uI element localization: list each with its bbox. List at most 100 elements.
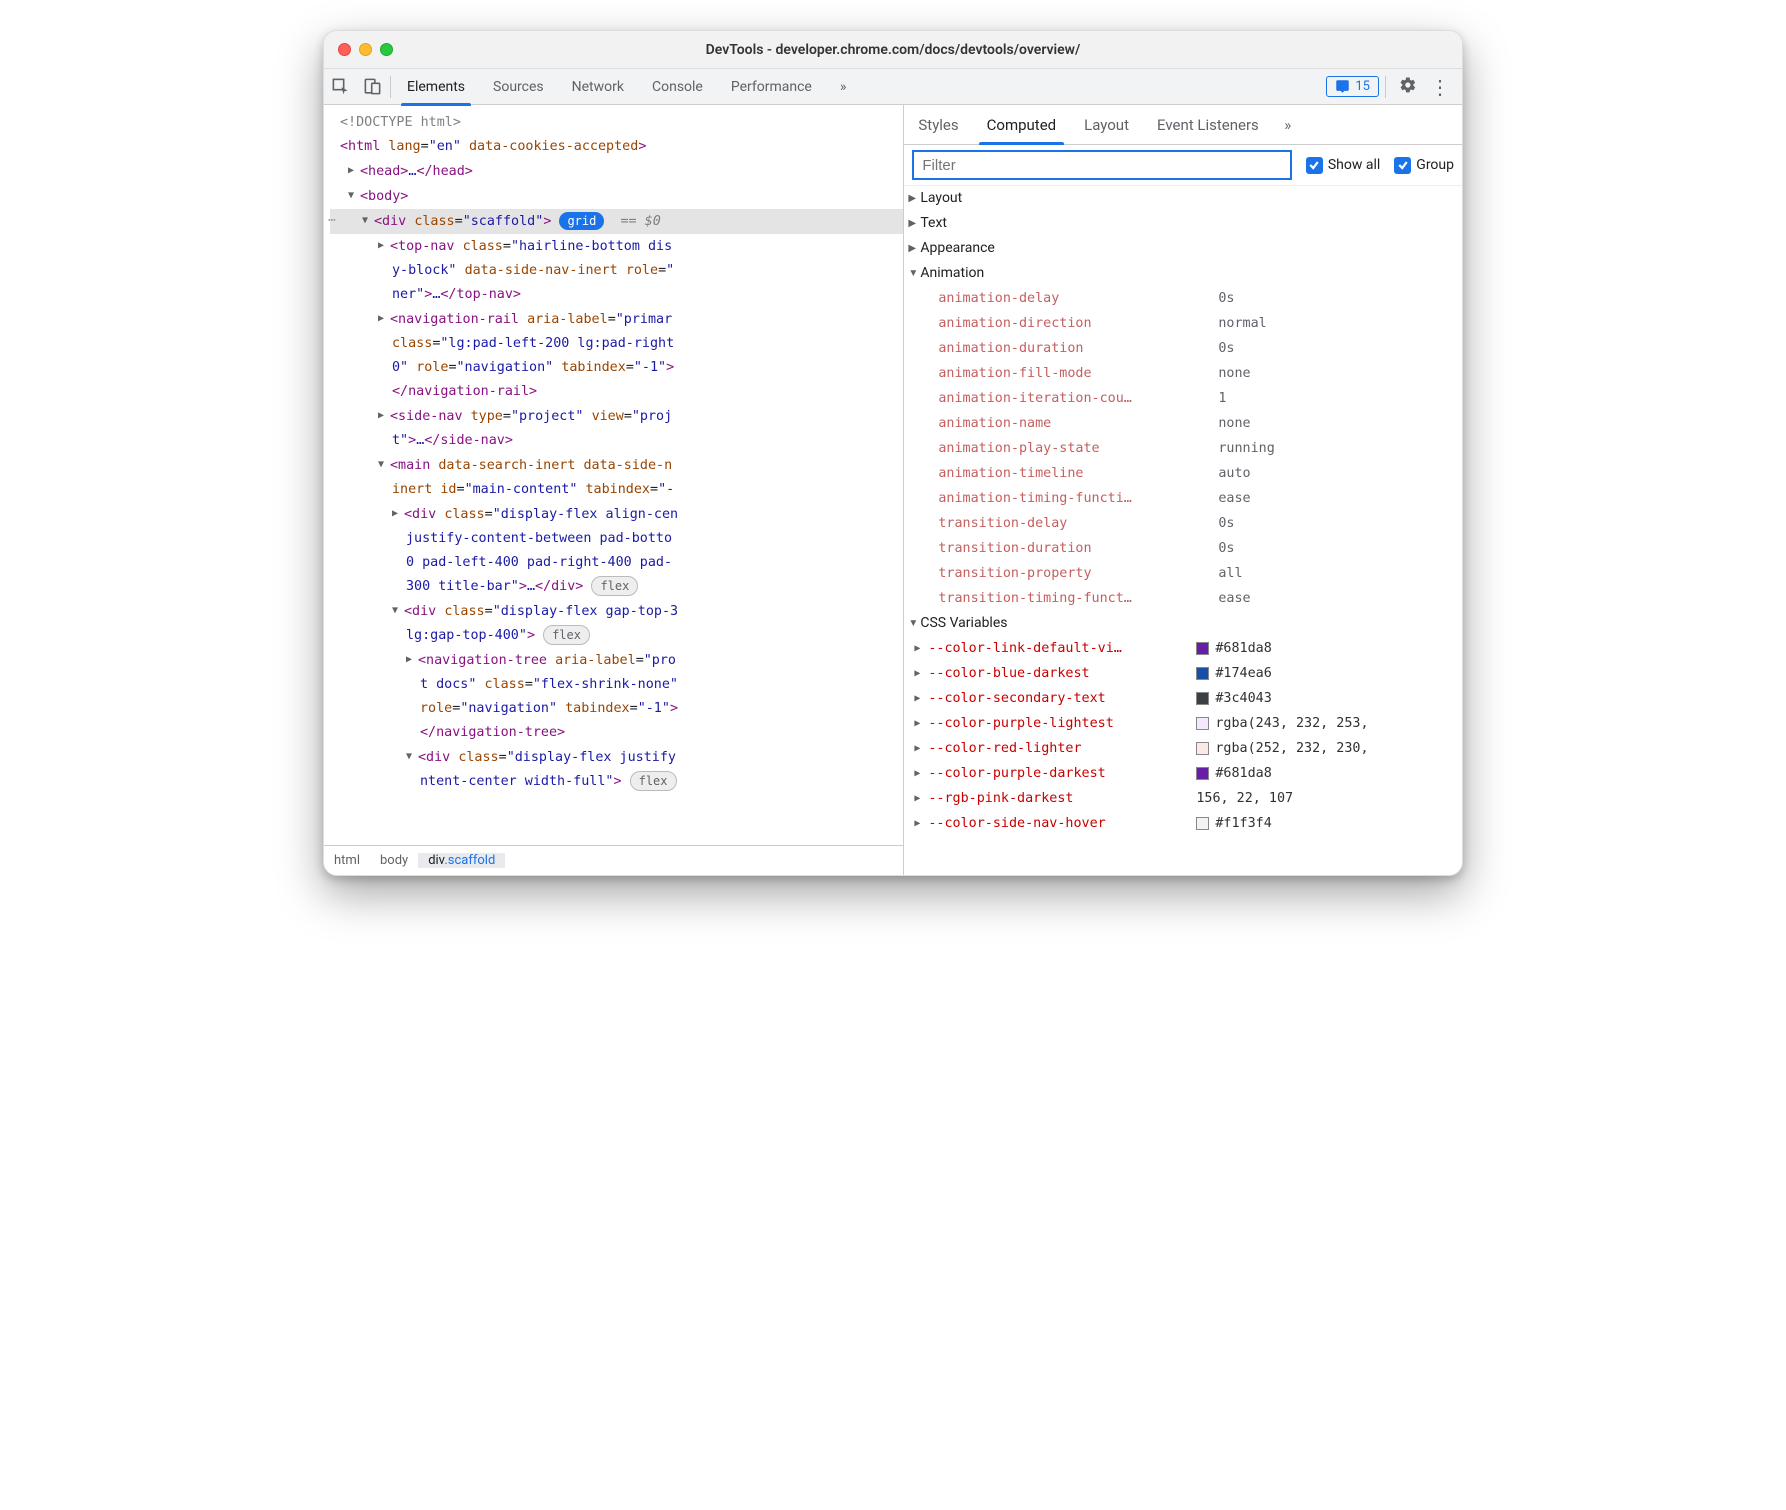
- flex-badge[interactable]: flex: [543, 625, 590, 645]
- flex-badge[interactable]: flex: [630, 771, 677, 791]
- variable-value: #f1f3f4: [1196, 811, 1271, 836]
- property-value: all: [1218, 561, 1242, 586]
- tab-more-icon[interactable]: »: [826, 69, 861, 105]
- section-css-variables[interactable]: ▼CSS Variables: [904, 611, 1462, 636]
- computed-property-row[interactable]: transition-timing-funct…ease: [904, 586, 1462, 611]
- variable-value: #3c4043: [1196, 686, 1271, 711]
- section-appearance[interactable]: ▶Appearance: [904, 236, 1462, 261]
- subtab-more-icon[interactable]: »: [1273, 105, 1303, 144]
- css-variable-row[interactable]: ▶--color-red-lighterrgba(252, 232, 230,: [904, 736, 1462, 761]
- section-layout[interactable]: ▶Layout: [904, 186, 1462, 211]
- color-swatch-icon: [1196, 667, 1209, 680]
- property-name: transition-duration: [938, 536, 1218, 561]
- issues-count: 15: [1355, 79, 1370, 94]
- tab-console[interactable]: Console: [638, 69, 717, 105]
- computed-property-row[interactable]: transition-propertyall: [904, 561, 1462, 586]
- flex-badge[interactable]: flex: [591, 576, 638, 596]
- crumb-html[interactable]: html: [324, 853, 370, 868]
- filter-input[interactable]: [912, 150, 1291, 180]
- tab-sources[interactable]: Sources: [479, 69, 558, 105]
- more-options-icon[interactable]: ⋮: [1424, 77, 1456, 97]
- property-name: animation-fill-mode: [938, 361, 1218, 386]
- variable-value: 156, 22, 107: [1196, 786, 1293, 811]
- dom-tree[interactable]: <!DOCTYPE html> <html lang="en" data-coo…: [324, 105, 903, 845]
- subtab-styles[interactable]: Styles: [904, 105, 972, 144]
- property-value: auto: [1218, 461, 1250, 486]
- computed-property-row[interactable]: animation-timelineauto: [904, 461, 1462, 486]
- section-animation[interactable]: ▼Animation: [904, 261, 1462, 286]
- issues-button[interactable]: 15: [1326, 76, 1379, 97]
- color-swatch-icon: [1196, 692, 1209, 705]
- property-name: animation-duration: [938, 336, 1218, 361]
- styles-pane: Styles Computed Layout Event Listeners »…: [904, 105, 1462, 875]
- variable-name: --color-purple-lightest: [928, 711, 1196, 736]
- doctype-line: <!DOCTYPE html>: [340, 115, 461, 130]
- computed-property-row[interactable]: animation-namenone: [904, 411, 1462, 436]
- computed-property-row[interactable]: animation-delay0s: [904, 286, 1462, 311]
- tab-network[interactable]: Network: [558, 69, 638, 105]
- inspect-element-icon[interactable]: [324, 69, 356, 105]
- crumb-div-scaffold[interactable]: div.scaffold: [418, 853, 505, 868]
- computed-body: ▶Layout ▶Text ▶Appearance ▼Animation ani…: [904, 186, 1462, 875]
- color-swatch-icon: [1196, 717, 1209, 730]
- property-name: transition-delay: [938, 511, 1218, 536]
- variable-name: --color-blue-darkest: [928, 661, 1196, 686]
- computed-property-row[interactable]: animation-duration0s: [904, 336, 1462, 361]
- subtab-event-listeners[interactable]: Event Listeners: [1143, 105, 1273, 144]
- property-name: animation-iteration-cou…: [938, 386, 1218, 411]
- breadcrumb: html body div.scaffold: [324, 845, 903, 875]
- filter-row: Show all Group: [904, 145, 1462, 186]
- property-value: normal: [1218, 311, 1266, 336]
- variable-value: #681da8: [1196, 636, 1271, 661]
- property-value: none: [1218, 411, 1250, 436]
- content-area: <!DOCTYPE html> <html lang="en" data-coo…: [324, 105, 1462, 875]
- traffic-lights: [338, 43, 393, 56]
- tab-elements[interactable]: Elements: [393, 69, 479, 105]
- group-checkbox[interactable]: Group: [1394, 157, 1454, 174]
- computed-property-row[interactable]: animation-iteration-cou…1: [904, 386, 1462, 411]
- subtab-computed[interactable]: Computed: [973, 105, 1071, 144]
- css-variable-row[interactable]: ▶--color-blue-darkest#174ea6: [904, 661, 1462, 686]
- property-name: animation-direction: [938, 311, 1218, 336]
- window-close-icon[interactable]: [338, 43, 351, 56]
- show-all-label: Show all: [1328, 157, 1380, 173]
- css-variable-row[interactable]: ▶--color-link-default-vi…#681da8: [904, 636, 1462, 661]
- css-variable-row[interactable]: ▶--color-purple-darkest#681da8: [904, 761, 1462, 786]
- grid-badge[interactable]: grid: [559, 212, 604, 230]
- computed-property-row[interactable]: transition-duration0s: [904, 536, 1462, 561]
- property-value: 1: [1218, 386, 1226, 411]
- crumb-body[interactable]: body: [370, 853, 418, 868]
- property-value: ease: [1218, 486, 1250, 511]
- property-name: animation-name: [938, 411, 1218, 436]
- computed-property-row[interactable]: transition-delay0s: [904, 511, 1462, 536]
- css-variable-row[interactable]: ▶--color-purple-lightestrgba(243, 232, 2…: [904, 711, 1462, 736]
- tab-performance[interactable]: Performance: [717, 69, 826, 105]
- color-swatch-icon: [1196, 742, 1209, 755]
- section-text[interactable]: ▶Text: [904, 211, 1462, 236]
- variable-name: --color-link-default-vi…: [928, 636, 1196, 661]
- property-name: animation-timeline: [938, 461, 1218, 486]
- computed-property-row[interactable]: animation-play-staterunning: [904, 436, 1462, 461]
- selected-dom-node[interactable]: ▼<div class="scaffold"> grid == $0: [330, 209, 903, 234]
- property-value: 0s: [1218, 336, 1234, 361]
- property-value: 0s: [1218, 536, 1234, 561]
- device-toggle-icon[interactable]: [356, 69, 388, 105]
- window-zoom-icon[interactable]: [380, 43, 393, 56]
- computed-property-row[interactable]: animation-fill-modenone: [904, 361, 1462, 386]
- css-variable-row[interactable]: ▶--color-side-nav-hover#f1f3f4: [904, 811, 1462, 836]
- devtools-window: DevTools - developer.chrome.com/docs/dev…: [323, 30, 1463, 876]
- window-minimize-icon[interactable]: [359, 43, 372, 56]
- computed-property-row[interactable]: animation-timing-functi…ease: [904, 486, 1462, 511]
- show-all-checkbox[interactable]: Show all: [1306, 157, 1380, 174]
- color-swatch-icon: [1196, 817, 1209, 830]
- toolbar-separator: [390, 76, 391, 98]
- css-variable-row[interactable]: ▶--color-secondary-text#3c4043: [904, 686, 1462, 711]
- variable-value: #681da8: [1196, 761, 1271, 786]
- variable-name: --color-secondary-text: [928, 686, 1196, 711]
- settings-icon[interactable]: [1392, 76, 1424, 98]
- property-name: transition-timing-funct…: [938, 586, 1218, 611]
- computed-property-row[interactable]: animation-directionnormal: [904, 311, 1462, 336]
- subtab-layout[interactable]: Layout: [1070, 105, 1143, 144]
- css-variable-row[interactable]: ▶--rgb-pink-darkest156, 22, 107: [904, 786, 1462, 811]
- property-name: animation-timing-functi…: [938, 486, 1218, 511]
